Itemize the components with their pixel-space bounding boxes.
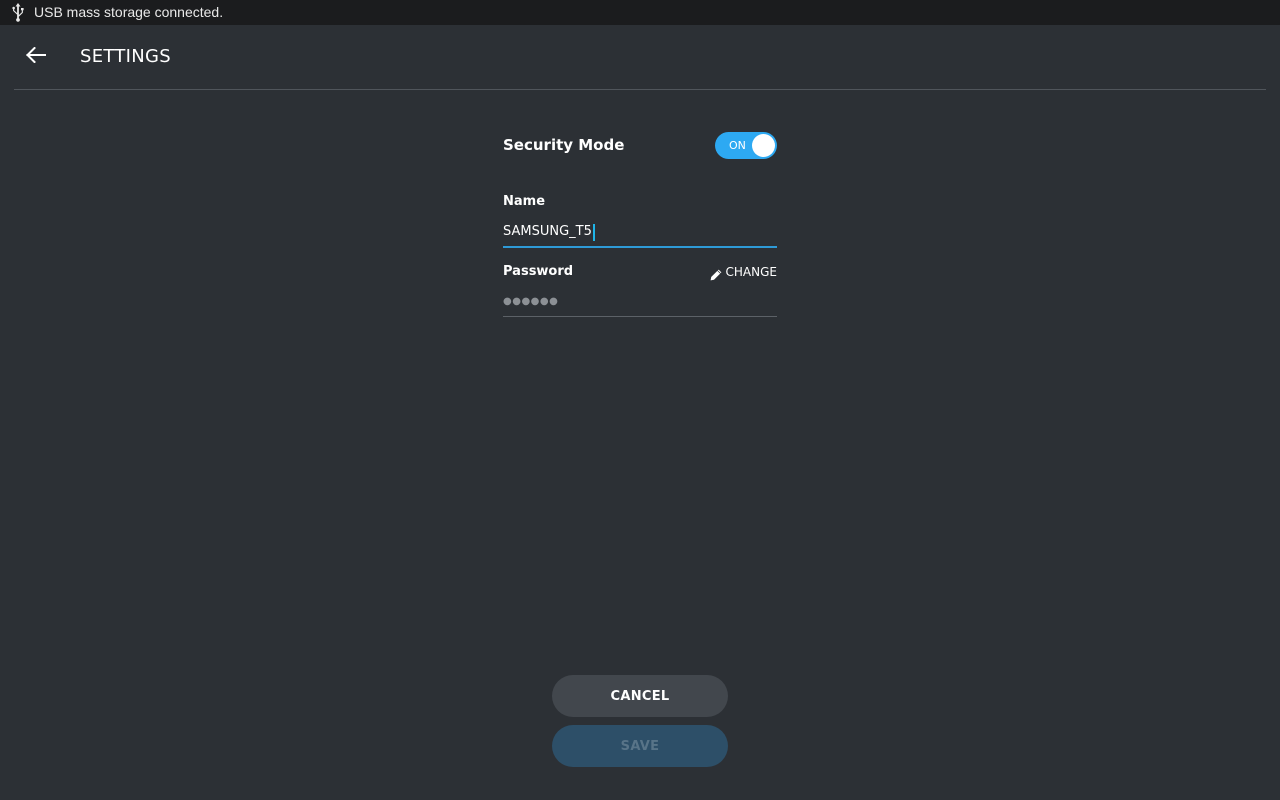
- status-message: USB mass storage connected.: [34, 4, 224, 20]
- cancel-button[interactable]: CANCEL: [552, 675, 728, 717]
- usb-icon: [10, 3, 26, 22]
- password-label: Password: [503, 264, 574, 279]
- name-input-value-wrap: SAMSUNG_T5: [503, 223, 595, 241]
- name-input[interactable]: SAMSUNG_T5: [503, 220, 777, 248]
- name-label: Name: [503, 194, 546, 209]
- security-mode-row: Security Mode ON: [503, 130, 777, 162]
- password-field: ●●●●●●: [503, 290, 777, 317]
- page-title: SETTINGS: [80, 46, 172, 67]
- toggle-state-label: ON: [729, 139, 746, 152]
- name-input-value: SAMSUNG_T5: [503, 224, 592, 239]
- app-bar-divider: [14, 89, 1266, 90]
- toggle-knob: [752, 134, 775, 157]
- status-bar: USB mass storage connected.: [0, 0, 1280, 25]
- arrow-left-icon: [26, 46, 46, 67]
- security-mode-label: Security Mode: [503, 136, 625, 154]
- change-password-button[interactable]: CHANGE: [710, 264, 777, 281]
- security-mode-toggle[interactable]: ON: [715, 132, 777, 159]
- back-button[interactable]: [16, 37, 56, 77]
- password-masked-value: ●●●●●●: [503, 296, 559, 307]
- change-label: CHANGE: [725, 265, 777, 279]
- app-bar: SETTINGS: [0, 25, 1280, 89]
- text-caret: [592, 223, 595, 241]
- pencil-icon: [710, 266, 722, 281]
- save-button[interactable]: SAVE: [552, 725, 728, 767]
